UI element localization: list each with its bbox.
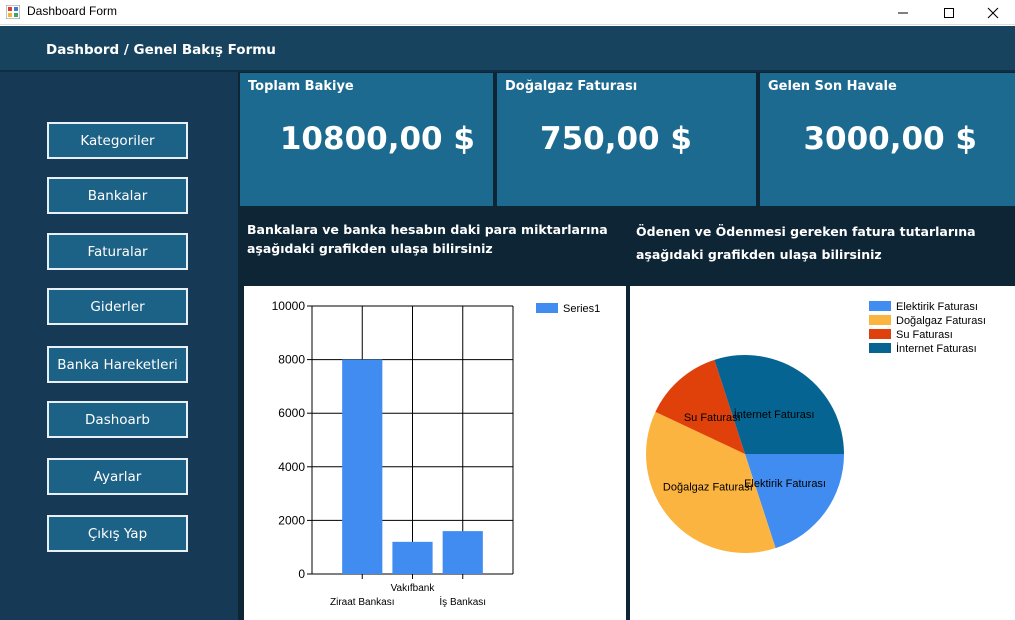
- window-titlebar: Dashboard Form: [0, 0, 1015, 25]
- y-tick-label: 8000: [278, 353, 305, 367]
- card-last-transfer: Gelen Son Havale 3000,00 $: [760, 73, 1015, 206]
- sidebar-item-kategoriler[interactable]: Kategoriler: [47, 122, 188, 159]
- bar-3: [442, 531, 483, 574]
- bar-1: [342, 359, 383, 574]
- maximize-icon: [944, 7, 954, 18]
- minimize-button[interactable]: [880, 0, 926, 25]
- card-value: 750,00 $: [540, 121, 692, 157]
- card-title: Gelen Son Havale: [768, 79, 897, 94]
- x-tick-label: İş Bankası: [439, 595, 486, 608]
- pie-slice-label: Elektirik Faturası: [744, 478, 826, 490]
- pie-slice-label: Su Faturası: [684, 412, 741, 424]
- logout-button[interactable]: Çıkış Yap: [47, 515, 188, 552]
- description-line: aşağıdaki grafikden ulaşa bilirsiniz: [636, 247, 882, 262]
- sidebar-item-banka-hareketleri[interactable]: Banka Hareketleri: [47, 346, 188, 383]
- legend-label: Doğalgaz Faturası: [896, 315, 986, 327]
- legend-label: Series1: [563, 303, 600, 315]
- bills-chart-panel: Elektirik Faturası Doğalgaz Faturası Su Fa…: [630, 286, 1015, 620]
- legend-swatch: [869, 301, 891, 311]
- x-tick-label: Ziraat Bankası: [330, 597, 394, 608]
- sidebar-item-giderler[interactable]: Giderler: [47, 288, 188, 325]
- legend-swatch: [536, 303, 558, 313]
- sidebar-item-bankalar[interactable]: Bankalar: [47, 177, 188, 214]
- card-total-balance: Toplam Bakiye 10800,00 $: [240, 73, 493, 206]
- bills-chart-description: Ödenen ve Ödenmesi gereken fatura tutarl…: [636, 220, 976, 266]
- legend-label: Elektirik Faturası: [896, 301, 978, 313]
- bank-chart-panel: 0 2000 4000 6000 8000 10000 Ziraat Bankası Vakı…: [244, 286, 626, 620]
- close-icon: [987, 7, 999, 18]
- pie-slice-label: Doğalgaz Faturası: [663, 482, 753, 494]
- bills-pie-chart: Elektirik FaturasıDoğalgaz FaturasıSu Fa…: [646, 301, 986, 553]
- card-title: Doğalgaz Faturası: [505, 79, 638, 94]
- description-line: Ödenen ve Ödenmesi gereken fatura tutarl…: [636, 224, 976, 239]
- description-line: aşağıdaki grafikden ulaşa bilirsiniz: [247, 241, 493, 256]
- legend-label: Su Faturası: [896, 329, 953, 341]
- sidebar-item-ayarlar[interactable]: Ayarlar: [47, 458, 188, 495]
- page-title: Dashbord / Genel Bakış Formu: [46, 42, 276, 58]
- legend-swatch: [869, 315, 891, 325]
- x-tick-label: Vakıfbank: [391, 583, 436, 594]
- bank-chart-description: Bankalara ve banka hesabın daki para mik…: [247, 220, 608, 258]
- bank-balance-bar-chart: 0 2000 4000 6000 8000 10000 Ziraat Bankası Vakı…: [272, 299, 601, 608]
- card-value: 10800,00 $: [279, 121, 475, 157]
- y-tick-label: 10000: [272, 299, 306, 313]
- page-header: Dashbord / Genel Bakış Formu: [0, 26, 1015, 72]
- legend-swatch: [869, 329, 891, 339]
- y-tick-label: 0: [298, 567, 305, 581]
- bar-2: [392, 541, 433, 574]
- description-line: Bankalara ve banka hesabın daki para mik…: [247, 222, 608, 237]
- y-tick-label: 2000: [278, 513, 305, 527]
- pie-slice-label: İnternet Faturası: [734, 408, 815, 421]
- app-icon: [6, 5, 20, 19]
- card-title: Toplam Bakiye: [248, 79, 354, 94]
- y-tick-label: 6000: [278, 406, 305, 420]
- sidebar: Kategoriler Bankalar Faturalar Giderler …: [0, 72, 238, 620]
- legend-label: İnternet Faturası: [896, 342, 977, 355]
- sidebar-item-dashboard[interactable]: Dashoarb: [47, 401, 188, 438]
- legend-swatch: [869, 343, 891, 353]
- window-title: Dashboard Form: [27, 4, 118, 18]
- y-tick-label: 4000: [278, 460, 305, 474]
- card-value: 3000,00 $: [803, 121, 977, 157]
- close-button[interactable]: [970, 0, 1015, 25]
- sidebar-item-faturalar[interactable]: Faturalar: [47, 233, 188, 270]
- card-gas-bill: Doğalgaz Faturası 750,00 $: [497, 73, 756, 206]
- minimize-icon: [898, 12, 908, 13]
- maximize-button[interactable]: [926, 0, 972, 25]
